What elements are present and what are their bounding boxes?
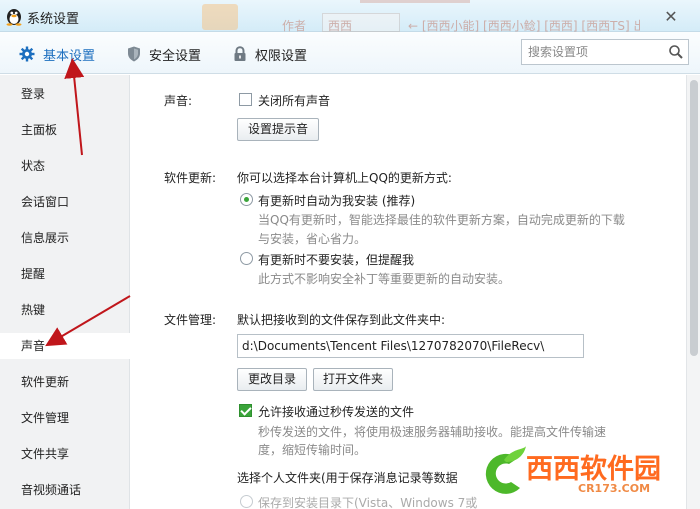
- background-source-text: ← [西西小能] [西西小鲶] [西西] [西西TS] 出处：: [408, 19, 640, 32]
- set-prompt-sound-button[interactable]: 设置提示音: [237, 118, 319, 141]
- qq-penguin-icon: [6, 9, 22, 26]
- auto-install-desc-line1: 当QQ有更新时，智能选择最佳的软件更新方案，自动完成更新的下载: [258, 213, 625, 227]
- search-icon[interactable]: [668, 44, 684, 60]
- tab-permission-settings-label: 权限设置: [255, 48, 308, 64]
- tab-basic-settings-label: 基本设置: [43, 48, 96, 64]
- close-button[interactable]: ✕: [661, 8, 681, 26]
- shield-icon: [128, 46, 140, 62]
- background-window-snippet: 作者 西西 ← [西西小能] [西西小鲶] [西西] [西西TS] 出处：: [60, 0, 640, 32]
- watermark-text: 西西软件园: [526, 454, 661, 485]
- sidebar-item-status[interactable]: 状态: [0, 153, 130, 179]
- watermark-subtext: CR173.COM: [578, 482, 651, 495]
- change-directory-button[interactable]: 更改目录: [237, 368, 307, 391]
- sidebar-item-chat-window[interactable]: 会话窗口: [0, 189, 130, 215]
- personal-folder-label: 选择个人文件夹(用于保存消息记录等数据: [237, 471, 458, 485]
- mute-all-label: 关闭所有声音: [258, 94, 331, 108]
- sidebar-item-reminder[interactable]: 提醒: [0, 261, 130, 287]
- notify-only-label: 有更新时不要安装，但提醒我: [258, 253, 415, 267]
- allow-fast-transfer-checkbox[interactable]: [239, 404, 252, 417]
- sidebar-item-av-call[interactable]: 音视频通话: [0, 477, 130, 503]
- mute-all-checkbox[interactable]: [239, 93, 252, 106]
- tab-bar: 基本设置 安全设置 权限设置: [0, 32, 700, 74]
- scrollbar-thumb[interactable]: [690, 80, 698, 356]
- notify-only-desc: 此方式不影响安全补丁等重要更新的自动安装。: [258, 272, 511, 286]
- sidebar-item-hotkeys[interactable]: 热键: [0, 297, 130, 323]
- update-intro-text: 你可以选择本台计算机上QQ的更新方式:: [237, 171, 452, 185]
- allow-fast-transfer-label: 允许接收通过秒传发送的文件: [258, 405, 415, 419]
- fast-transfer-desc-line1: 秒传发送的文件，将使用极速服务器辅助接收。能提高文件传输速: [258, 425, 607, 439]
- gear-icon: [19, 46, 35, 62]
- background-author-value: 西西: [328, 19, 353, 32]
- auto-install-label: 有更新时自动为我安装 (推荐): [258, 194, 416, 208]
- tab-security-settings[interactable]: 安全设置: [127, 43, 201, 65]
- settings-search-box[interactable]: [521, 39, 689, 65]
- fast-transfer-desc-line2: 度，缩短传输时间。: [258, 443, 367, 457]
- update-section-label: 软件更新:: [164, 171, 217, 185]
- receive-folder-path-field[interactable]: d:\Documents\Tencent Files\1270782070\Fi…: [237, 334, 584, 358]
- watermark-leaf-icon: [485, 446, 526, 494]
- tab-basic-settings[interactable]: 基本设置: [19, 43, 95, 65]
- sidebar-item-file-management[interactable]: 文件管理: [0, 405, 130, 431]
- file-section-label: 文件管理:: [164, 313, 217, 327]
- background-author-label: 作者: [282, 19, 307, 32]
- sidebar-item-main-panel[interactable]: 主面板: [0, 117, 130, 143]
- title-bar: 系统设置 作者 西西 ← [西西小能] [西西小鲶] [西西] [西西TS] 出…: [0, 0, 700, 32]
- tab-permission-settings[interactable]: 权限设置: [233, 43, 307, 65]
- sidebar-item-file-sharing[interactable]: 文件共享: [0, 441, 130, 467]
- sidebar-item-sound[interactable]: 声音: [0, 333, 131, 359]
- sidebar-item-software-update[interactable]: 软件更新: [0, 369, 130, 395]
- search-input[interactable]: [522, 40, 662, 64]
- tab-security-settings-label: 安全设置: [149, 48, 202, 64]
- auto-install-desc-line2: 与安装，省心省力。: [258, 232, 367, 246]
- sound-section-label: 声音:: [164, 94, 193, 108]
- watermark-logo: 西西软件园 CR173.COM: [478, 440, 700, 509]
- sidebar-item-info-display[interactable]: 信息展示: [0, 225, 130, 251]
- save-to-install-dir-label: 保存到安装目录下(Vista、Windows 7或: [258, 496, 478, 509]
- save-to-install-dir-radio[interactable]: [240, 495, 253, 508]
- open-folder-button[interactable]: 打开文件夹: [313, 368, 393, 391]
- auto-install-radio[interactable]: [240, 193, 253, 206]
- notify-only-radio[interactable]: [240, 252, 253, 265]
- lock-icon: [234, 46, 246, 61]
- file-intro-text: 默认把接收到的文件保存到此文件夹中:: [237, 313, 446, 327]
- sidebar-item-login[interactable]: 登录: [0, 81, 130, 107]
- settings-sidebar: 登录 主面板 状态 会话窗口 信息展示 提醒 热键 声音 软件更新 文件管理 文…: [0, 75, 131, 509]
